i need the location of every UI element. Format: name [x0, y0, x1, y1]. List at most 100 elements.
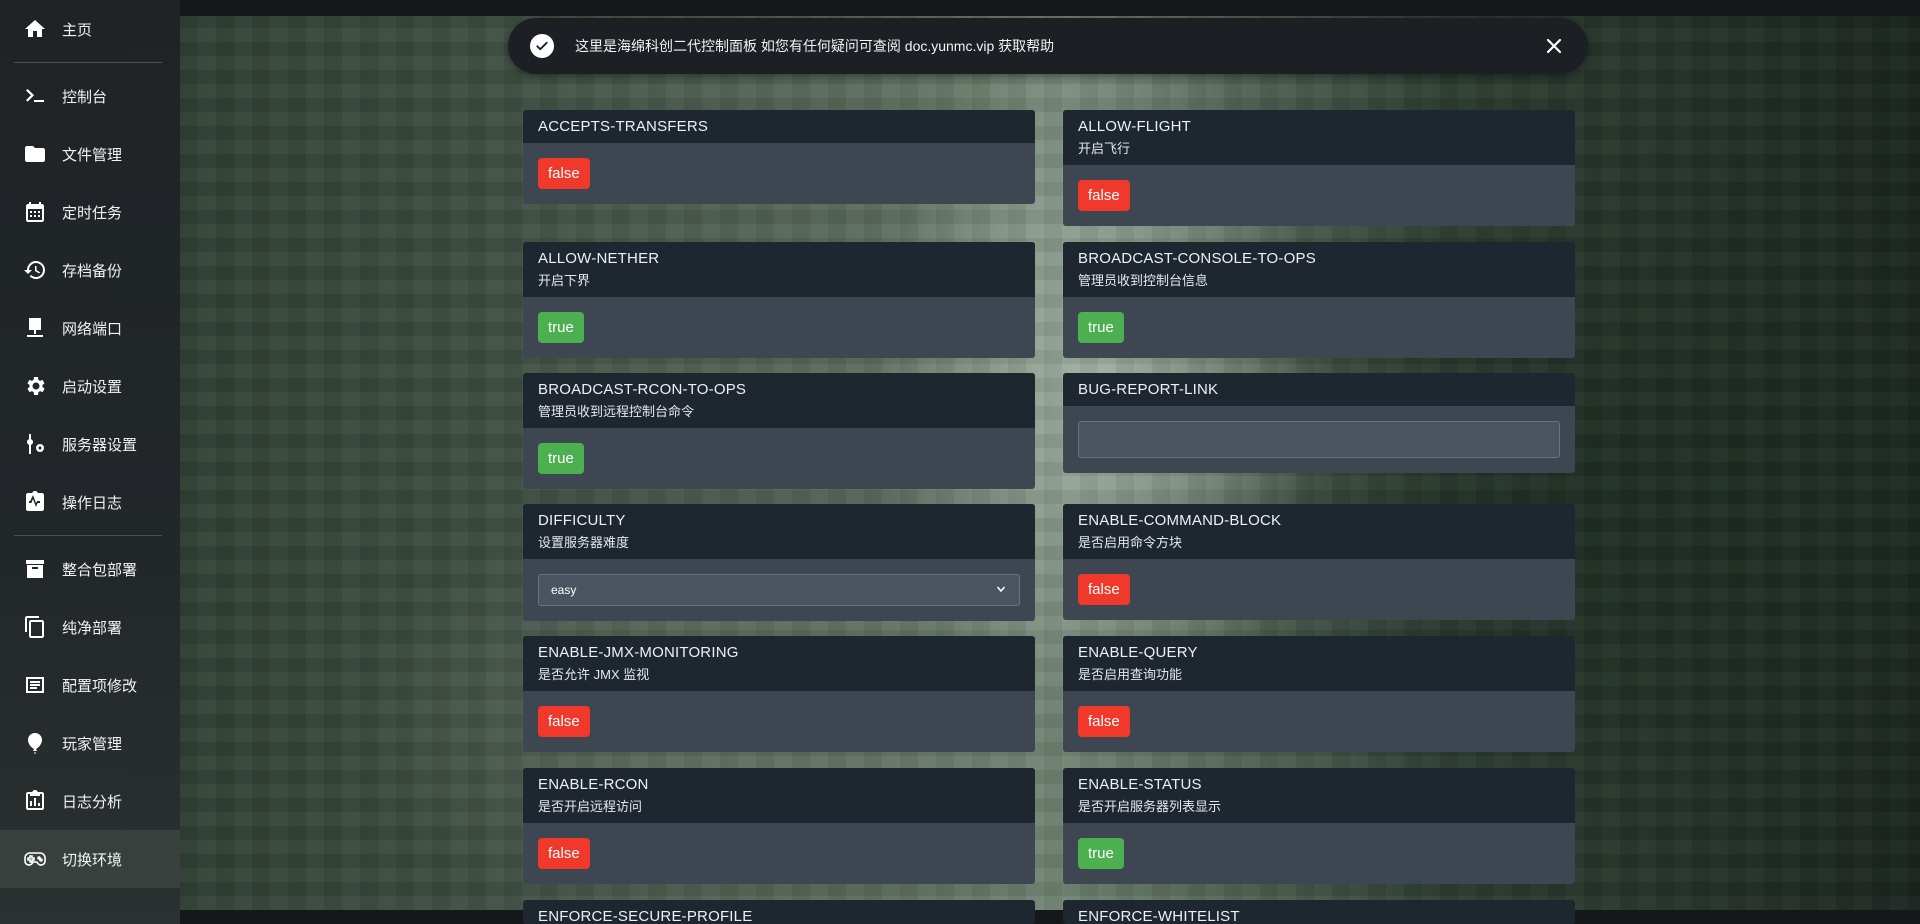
config-key: BUG-REPORT-LINK: [1078, 381, 1219, 398]
toggle-button[interactable]: false: [1078, 180, 1130, 211]
wrench-gear-icon: [22, 431, 48, 457]
config-card-enforce-secure-profile: ENFORCE-SECURE-PROFILE: [523, 900, 1035, 924]
sidebar-item-startup[interactable]: 启动设置: [0, 357, 180, 415]
sidebar-item-schedule[interactable]: 定时任务: [0, 183, 180, 241]
config-card-difficulty: DIFFICULTY 设置服务器难度 easy: [523, 504, 1035, 621]
card-body: easy: [523, 559, 1035, 621]
sidebar-item-label: 切换环境: [62, 851, 123, 869]
sidebar-item-modpack-deploy[interactable]: 整合包部署: [0, 540, 180, 598]
sidebar-item-label: 存档备份: [62, 262, 123, 280]
terminal-icon: [22, 83, 48, 109]
bug-report-link-input[interactable]: [1078, 421, 1560, 458]
sidebar-item-label: 配置项修改: [62, 677, 138, 695]
card-body: false: [523, 143, 1035, 204]
toggle-button[interactable]: true: [538, 312, 584, 343]
config-key: ENABLE-RCON: [538, 776, 649, 793]
config-key: ENABLE-STATUS: [1078, 776, 1202, 793]
config-key: DIFFICULTY: [538, 512, 626, 529]
config-card-accepts-transfers: ACCEPTS-TRANSFERS false: [523, 110, 1035, 204]
toggle-button[interactable]: false: [538, 838, 590, 869]
card-header: ENFORCE-WHITELIST: [1063, 900, 1575, 924]
card-header: ENABLE-QUERY 是否启用查询功能: [1063, 636, 1575, 691]
sidebar: 主页 控制台 文件管理 定时任务 存档备份 网络端口 启动设置 服务器设置 操作…: [0, 0, 180, 924]
sidebar-divider: [14, 535, 162, 536]
sidebar-item-vanilla-deploy[interactable]: 纯净部署: [0, 598, 180, 656]
toggle-button[interactable]: false: [1078, 574, 1130, 605]
card-body: [1063, 406, 1575, 473]
config-description: 开启下界: [538, 273, 591, 288]
copy-icon: [22, 614, 48, 640]
toggle-button[interactable]: true: [1078, 838, 1124, 869]
config-description: 开启飞行: [1078, 141, 1131, 156]
config-key: ENABLE-QUERY: [1078, 644, 1198, 661]
info-toast: 这里是海绵科创二代控制面板 如您有任何疑问可查阅 doc.yunmc.vip 获…: [508, 18, 1588, 74]
config-key: BROADCAST-RCON-TO-OPS: [538, 381, 747, 398]
sidebar-item-console[interactable]: 控制台: [0, 67, 180, 125]
toggle-button[interactable]: false: [538, 158, 590, 189]
config-description: 是否开启服务器列表显示: [1078, 799, 1222, 814]
sidebar-item-switch-env[interactable]: 切换环境: [0, 830, 180, 888]
home-icon: [22, 16, 48, 42]
config-description: 是否启用查询功能: [1078, 667, 1183, 682]
card-body: true: [1063, 297, 1575, 358]
config-card-allow-nether: ALLOW-NETHER 开启下界 true: [523, 242, 1035, 358]
config-card-bug-report-link: BUG-REPORT-LINK: [1063, 373, 1575, 473]
sidebar-item-log-analysis[interactable]: 日志分析: [0, 772, 180, 830]
card-body: false: [1063, 691, 1575, 752]
toast-message: 这里是海绵科创二代控制面板 如您有任何疑问可查阅 doc.yunmc.vip 获…: [575, 38, 1055, 54]
close-icon[interactable]: [1542, 34, 1566, 58]
toggle-button[interactable]: true: [538, 443, 584, 474]
card-body: false: [523, 691, 1035, 752]
check-circle-icon: [530, 34, 554, 58]
gear-icon: [22, 373, 48, 399]
folder-icon: [22, 141, 48, 167]
config-description: 设置服务器难度: [538, 535, 630, 550]
card-header: ENABLE-COMMAND-BLOCK 是否启用命令方块: [1063, 504, 1575, 559]
config-key: ALLOW-NETHER: [538, 250, 660, 267]
sidebar-item-files[interactable]: 文件管理: [0, 125, 180, 183]
card-header: ENABLE-JMX-MONITORING 是否允许 JMX 监视: [523, 636, 1035, 691]
sidebar-item-label: 玩家管理: [62, 735, 123, 753]
sidebar-item-backup[interactable]: 存档备份: [0, 241, 180, 299]
card-header: ALLOW-FLIGHT 开启飞行: [1063, 110, 1575, 165]
config-card-allow-flight: ALLOW-FLIGHT 开启飞行 false: [1063, 110, 1575, 226]
config-key: ENFORCE-SECURE-PROFILE: [538, 908, 753, 924]
sidebar-item-config-edit[interactable]: 配置项修改: [0, 656, 180, 714]
history-icon: [22, 257, 48, 283]
card-header: BROADCAST-CONSOLE-TO-OPS 管理员收到控制台信息: [1063, 242, 1575, 297]
sidebar-item-server-settings[interactable]: 服务器设置: [0, 415, 180, 473]
chevron-down-icon: [995, 583, 1007, 598]
config-card-broadcast-rcon: BROADCAST-RCON-TO-OPS 管理员收到远程控制台命令 true: [523, 373, 1035, 489]
config-description: 管理员收到远程控制台命令: [538, 404, 695, 419]
card-body: true: [523, 428, 1035, 489]
config-description: 是否开启远程访问: [538, 799, 643, 814]
sidebar-item-home[interactable]: 主页: [0, 0, 180, 58]
clipboard-chart-icon: [22, 788, 48, 814]
toggle-button[interactable]: false: [538, 706, 590, 737]
config-card-enable-jmx: ENABLE-JMX-MONITORING 是否允许 JMX 监视 false: [523, 636, 1035, 752]
card-header: ENABLE-RCON 是否开启远程访问: [523, 768, 1035, 823]
sidebar-item-operation-log[interactable]: 操作日志: [0, 473, 180, 531]
card-header: ENFORCE-SECURE-PROFILE: [523, 900, 1035, 924]
select-value: easy: [551, 583, 577, 597]
sidebar-item-network[interactable]: 网络端口: [0, 299, 180, 357]
config-description: 是否启用命令方块: [1078, 535, 1183, 550]
sidebar-item-label: 日志分析: [62, 793, 123, 811]
sidebar-item-label: 整合包部署: [62, 561, 138, 579]
sidebar-item-label: 操作日志: [62, 494, 123, 512]
list-box-icon: [22, 672, 48, 698]
config-description: 是否允许 JMX 监视: [538, 667, 650, 682]
toggle-button[interactable]: false: [1078, 706, 1130, 737]
config-card-enable-status: ENABLE-STATUS 是否开启服务器列表显示 true: [1063, 768, 1575, 884]
monitor-icon: [22, 315, 48, 341]
config-card-enable-query: ENABLE-QUERY 是否启用查询功能 false: [1063, 636, 1575, 752]
config-card-enable-rcon: ENABLE-RCON 是否开启远程访问 false: [523, 768, 1035, 884]
sidebar-item-players[interactable]: 玩家管理: [0, 714, 180, 772]
difficulty-select[interactable]: easy: [538, 574, 1020, 606]
toggle-button[interactable]: true: [1078, 312, 1124, 343]
config-card-broadcast-console: BROADCAST-CONSOLE-TO-OPS 管理员收到控制台信息 true: [1063, 242, 1575, 358]
config-key: ENABLE-COMMAND-BLOCK: [1078, 512, 1282, 529]
config-description: 管理员收到控制台信息: [1078, 273, 1209, 288]
sidebar-divider: [14, 62, 162, 63]
sidebar-item-label: 文件管理: [62, 146, 123, 164]
